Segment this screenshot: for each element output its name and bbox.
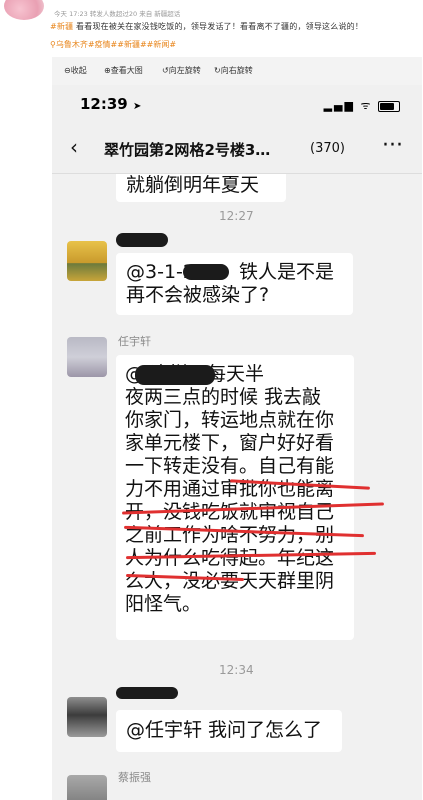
sender-avatar[interactable] [67,775,107,800]
timestamp: 12:34 [219,663,254,677]
more-icon[interactable]: ··· [382,133,403,158]
chat-title: 翠竹园第2网格2号楼3… [104,141,271,159]
rotate-right-button[interactable]: ↻向右旋转 [214,65,253,76]
redacted-name [116,233,168,247]
user-avatar[interactable] [4,0,44,20]
post-body: 看看现在被关在家没钱吃饭的，领导发话了！看看离不了疆的，领导这么说的！ [73,22,364,31]
timestamp: 12:27 [219,209,254,223]
status-icons: ▂▄▆ ᯤ [324,98,400,113]
sender-name: 任宇轩 [118,335,151,348]
post-image[interactable]: ⊖收起 ⊕查看大图 ↺向左旋转 ↻向右旋转 12:39 ➤ ▂▄▆ ᯤ ‹ 翠竹… [52,57,422,800]
sender-avatar[interactable] [67,337,107,377]
image-toolbar: ⊖收起 ⊕查看大图 ↺向左旋转 ↻向右旋转 [52,57,422,85]
status-time: 12:39 ➤ [80,95,142,113]
topic-tag[interactable]: #新疆 [50,22,73,31]
message-bubble[interactable]: @任宇轩 我问了怎么了 [116,710,342,752]
location-tags[interactable]: ⚲乌鲁木齐#疫情##新疆##新闻# [50,39,176,50]
message-bubble-long[interactable]: @ 这样，每天半 夜两三点的时候 我去敲 你家门，转运地点就在你 家单元楼下，窗… [116,355,354,640]
post-text: #新疆 看看现在被关在家没钱吃饭的，领导发话了！看看离不了疆的，领导这么说的！ [50,21,363,32]
collapse-button[interactable]: ⊖收起 [64,65,87,76]
sender-avatar[interactable] [67,697,107,737]
back-chevron-icon[interactable]: ‹ [70,135,78,159]
signal-wifi-icon: ▂▄▆ ᯤ [323,99,373,112]
message-bubble-prev[interactable]: 就躺倒明年夏天 [116,174,286,202]
weibo-post-header: 今天 17:23 转发人数超过20 来自 新疆超话 #新疆 看看现在被关在家没钱… [0,0,423,58]
message-bubble[interactable]: @3-1-2 铁人是不是 再不会被感染了? [116,253,353,315]
location-arrow-icon: ➤ [132,101,142,112]
battery-icon [378,100,400,112]
member-count: (370) [310,141,345,156]
sender-avatar[interactable] [67,241,107,281]
redacted-name [116,687,178,699]
sender-name: 蔡振强 [118,771,151,784]
redacted-mention [183,264,229,280]
redacted-mention [135,365,215,385]
post-meta: 今天 17:23 转发人数超过20 来自 新疆超话 [54,10,181,18]
view-large-button[interactable]: ⊕查看大图 [104,65,143,76]
rotate-left-button[interactable]: ↺向左旋转 [162,65,201,76]
